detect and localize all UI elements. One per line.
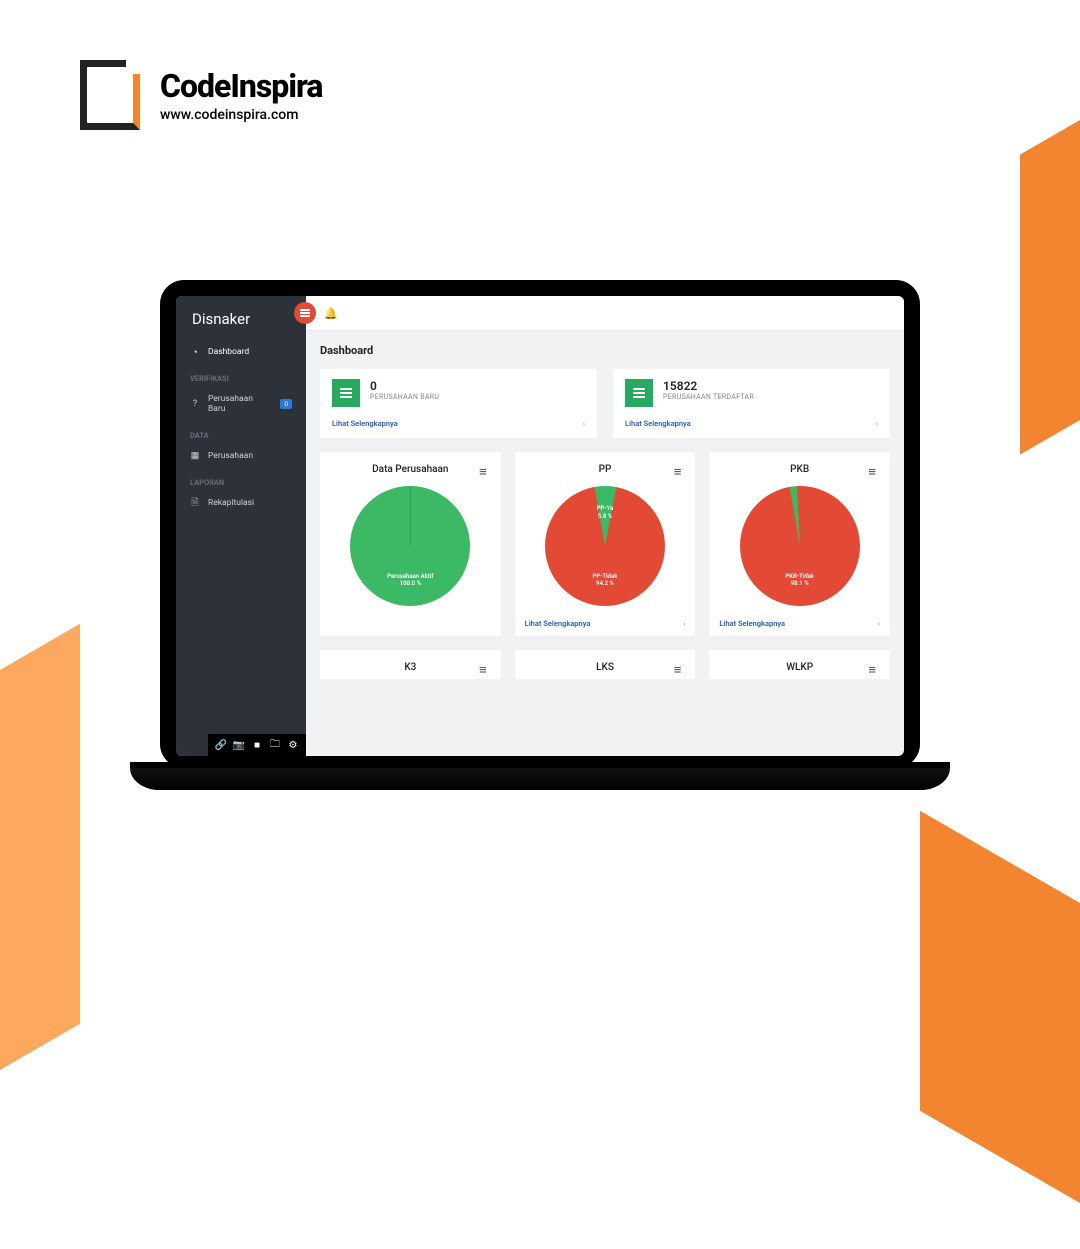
pie-chart: Perusahaan Aktif100.0 % bbox=[330, 481, 491, 611]
brand-title: CodeInspira bbox=[160, 67, 322, 105]
decorative-triangle-bl bbox=[0, 624, 80, 1116]
sidebar-section-data: DATA bbox=[176, 421, 306, 444]
chevron-right-icon: › bbox=[876, 419, 878, 428]
brand-subtitle: www.codeinspira.com bbox=[160, 107, 322, 123]
stat-value: 15822 bbox=[663, 379, 754, 393]
list-icon bbox=[625, 379, 653, 407]
chart-menu-icon[interactable]: ≡ bbox=[868, 464, 876, 480]
dashboard-icon: ◔ bbox=[190, 347, 200, 357]
link-icon[interactable]: 🔗 bbox=[214, 738, 228, 752]
laptop-base bbox=[130, 768, 950, 790]
stat-label: PERUSAHAAN BARU bbox=[370, 393, 439, 401]
chart-menu-icon[interactable]: ≡ bbox=[479, 464, 487, 480]
grid-icon: ▦ bbox=[190, 451, 200, 461]
app-screen: Disnaker ◔ Dashboard VERIFIKASI ? Perusa… bbox=[176, 296, 904, 756]
decorative-triangle-br bbox=[920, 811, 1080, 1249]
chevron-right-icon: › bbox=[683, 619, 685, 628]
topbar: 🔔 bbox=[306, 296, 904, 330]
camera-icon[interactable]: 📷 bbox=[232, 738, 246, 752]
chart-menu-icon[interactable]: ≡ bbox=[479, 662, 487, 678]
chart-card: LKS≡ bbox=[515, 650, 696, 679]
gear-icon[interactable]: ⚙ bbox=[286, 738, 300, 752]
chart-title: WLKP≡ bbox=[719, 660, 880, 679]
stat-link[interactable]: Lihat Selengkapnya› bbox=[332, 419, 585, 428]
stat-link[interactable]: Lihat Selengkapnya› bbox=[625, 419, 878, 428]
sidebar-item-label: Dashboard bbox=[208, 347, 249, 357]
sidebar-item-label: Perusahaan bbox=[208, 451, 253, 461]
stat-value: 0 bbox=[370, 379, 439, 393]
sidebar-section-laporan: LAPORAN bbox=[176, 468, 306, 491]
sidebar-item-label: Perusahaan Baru bbox=[208, 394, 272, 414]
pie-slice-label: Perusahaan Aktif100.0 % bbox=[387, 572, 433, 586]
question-icon: ? bbox=[190, 399, 200, 409]
chart-menu-icon[interactable]: ≡ bbox=[868, 662, 876, 678]
chart-title: K3≡ bbox=[330, 660, 491, 679]
chart-link[interactable]: Lihat Selengkapnya› bbox=[525, 619, 686, 628]
chevron-right-icon: › bbox=[583, 419, 585, 428]
list-icon bbox=[332, 379, 360, 407]
pie-chart: PP-Ya5.8 % PP-Tidak94.2 % bbox=[525, 481, 686, 611]
sidebar-item-perusahaan-baru[interactable]: ? Perusahaan Baru 0 bbox=[176, 387, 306, 421]
chart-title: PP≡ bbox=[525, 462, 686, 481]
brand-block: CodeInspira www.codeinspira.com bbox=[80, 60, 322, 130]
sidebar-section-verifikasi: VERIFIKASI bbox=[176, 364, 306, 387]
stat-card-perusahaan-baru: 0 PERUSAHAAN BARU Lihat Selengkapnya› bbox=[320, 369, 597, 438]
decorative-triangle-tr bbox=[1020, 85, 1080, 454]
chart-card: WLKP≡ bbox=[709, 650, 890, 679]
chart-title: PKB≡ bbox=[719, 462, 880, 481]
chart-card: K3≡ bbox=[320, 650, 501, 679]
pie-slice-label: PP-Tidak94.2 % bbox=[593, 572, 618, 586]
chart-link[interactable]: Lihat Selengkapnya› bbox=[719, 619, 880, 628]
dev-toolbar: 🔗 📷 ■ 🗀 ⚙ bbox=[208, 734, 306, 756]
chart-menu-icon[interactable]: ≡ bbox=[674, 464, 682, 480]
pie-chart: PKB-Tidak98.1 % bbox=[719, 481, 880, 611]
pie-slice-label: PKB-Tidak98.1 % bbox=[785, 572, 814, 586]
document-icon: 🗎 bbox=[190, 498, 200, 508]
stat-card-perusahaan-terdaftar: 15822 PERUSAHAAN TERDAFTAR Lihat Selengk… bbox=[613, 369, 890, 438]
sidebar: Disnaker ◔ Dashboard VERIFIKASI ? Perusa… bbox=[176, 296, 306, 756]
brand-logo-icon bbox=[80, 60, 140, 130]
chart-card: PP≡ PP-Ya5.8 % PP-Tidak94.2 % Lihat Selengk… bbox=[515, 452, 696, 636]
chart-title: Data Perusahaan≡ bbox=[330, 462, 491, 481]
menu-toggle-button[interactable] bbox=[294, 302, 316, 324]
chart-title: LKS≡ bbox=[525, 660, 686, 679]
chevron-right-icon: › bbox=[878, 619, 880, 628]
sidebar-item-rekapitulasi[interactable]: 🗎 Rekapitulasi bbox=[176, 491, 306, 515]
stat-label: PERUSAHAAN TERDAFTAR bbox=[663, 393, 754, 401]
app-title: Disnaker bbox=[176, 296, 306, 340]
pie-slice-label: PP-Ya5.8 % bbox=[597, 505, 614, 519]
sidebar-item-dashboard[interactable]: ◔ Dashboard bbox=[176, 340, 306, 364]
chart-menu-icon[interactable]: ≡ bbox=[674, 662, 682, 678]
chart-card: PKB≡ PKB-Tidak98.1 % Lihat Selengkapnya› bbox=[709, 452, 890, 636]
sidebar-item-label: Rekapitulasi bbox=[208, 498, 254, 508]
sidebar-badge: 0 bbox=[280, 399, 292, 409]
video-icon[interactable]: ■ bbox=[250, 738, 264, 752]
folder-icon[interactable]: 🗀 bbox=[268, 738, 282, 752]
chart-card: Data Perusahaan≡ Perusahaan Aktif100.0 % bbox=[320, 452, 501, 636]
notification-bell-icon[interactable]: 🔔 bbox=[324, 307, 338, 320]
sidebar-item-perusahaan[interactable]: ▦ Perusahaan bbox=[176, 444, 306, 468]
page-title: Dashboard bbox=[320, 344, 890, 357]
laptop-mockup: Disnaker ◔ Dashboard VERIFIKASI ? Perusa… bbox=[160, 280, 920, 790]
